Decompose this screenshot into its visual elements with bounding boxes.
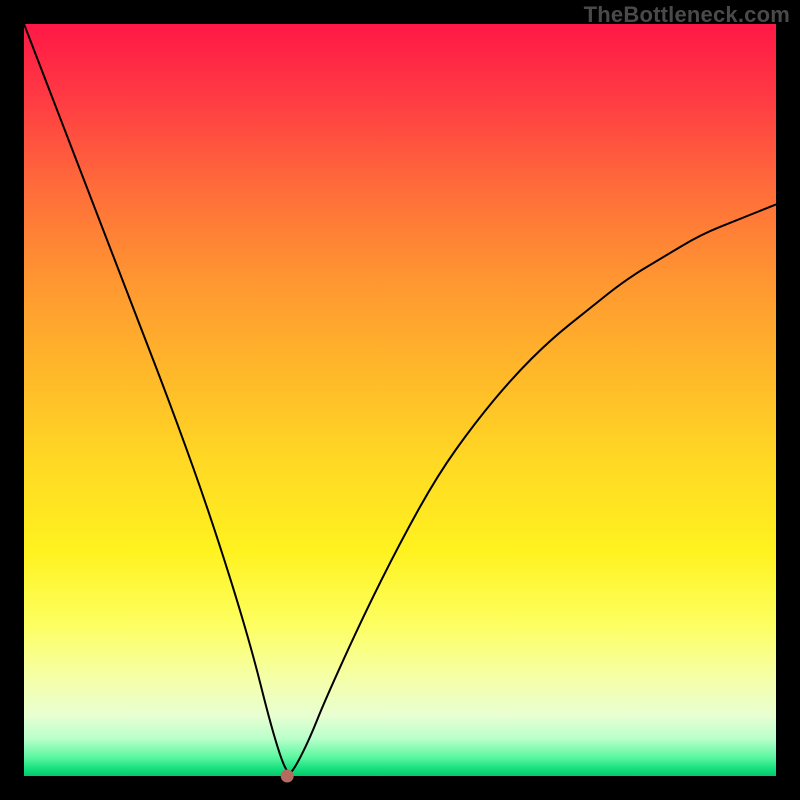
chart-frame: TheBottleneck.com bbox=[0, 0, 800, 800]
minimum-marker bbox=[281, 770, 293, 782]
watermark-label: TheBottleneck.com bbox=[584, 2, 790, 28]
bottleneck-curve bbox=[24, 24, 776, 773]
chart-svg bbox=[24, 24, 776, 776]
